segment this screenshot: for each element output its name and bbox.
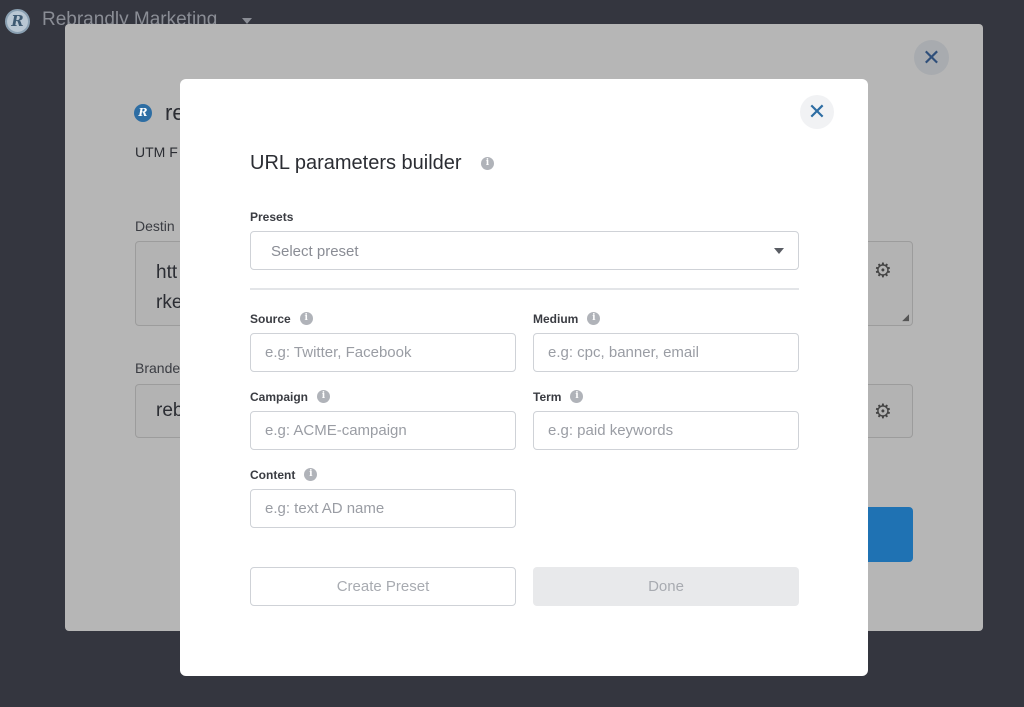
source-input[interactable]	[250, 333, 516, 372]
branded-link-label: Brande	[135, 360, 181, 376]
content-label: Content i	[250, 468, 318, 482]
preset-select-value: Select preset	[271, 243, 359, 260]
background-modal-subtitle: UTM F	[135, 144, 178, 160]
content-label-text: Content	[250, 468, 296, 482]
term-label: Term i	[533, 390, 584, 404]
preset-select[interactable]: Select preset	[250, 231, 799, 270]
content-input[interactable]	[250, 489, 516, 528]
resize-handle-icon[interactable]: ◢	[902, 312, 909, 323]
url-parameters-builder-modal: ✕ URL parameters builder i Presets Selec…	[180, 79, 868, 676]
term-label-text: Term	[533, 390, 562, 404]
medium-label-text: Medium	[533, 312, 579, 326]
info-icon[interactable]: i	[587, 312, 601, 326]
info-icon[interactable]: i	[304, 468, 318, 482]
done-button[interactable]: Done	[533, 567, 799, 606]
info-icon[interactable]: i	[481, 157, 494, 170]
divider	[250, 288, 799, 290]
chevron-down-icon	[774, 248, 784, 254]
destination-label: Destin	[135, 218, 175, 234]
close-icon[interactable]: ✕	[800, 95, 834, 129]
gear-icon[interactable]: ⚙	[874, 399, 892, 424]
brand-icon: R	[134, 104, 152, 122]
modal-title: URL parameters builder	[250, 152, 462, 174]
campaign-label-text: Campaign	[250, 390, 309, 404]
campaign-label: Campaign i	[250, 390, 331, 404]
presets-label: Presets	[250, 210, 294, 224]
medium-label: Medium i	[533, 312, 601, 326]
gear-icon[interactable]: ⚙	[874, 258, 892, 283]
info-icon[interactable]: i	[570, 390, 584, 404]
info-icon[interactable]: i	[317, 390, 331, 404]
rebrandly-logo-icon[interactable]: R	[5, 9, 30, 34]
source-label: Source i	[250, 312, 313, 326]
campaign-input[interactable]	[250, 411, 516, 450]
create-preset-button[interactable]: Create Preset	[250, 567, 516, 606]
destination-value: htt rke	[156, 262, 183, 313]
source-label-text: Source	[250, 312, 291, 326]
info-icon[interactable]: i	[299, 312, 313, 326]
term-input[interactable]	[533, 411, 799, 450]
background-close-icon[interactable]: ✕	[914, 40, 949, 75]
medium-input[interactable]	[533, 333, 799, 372]
